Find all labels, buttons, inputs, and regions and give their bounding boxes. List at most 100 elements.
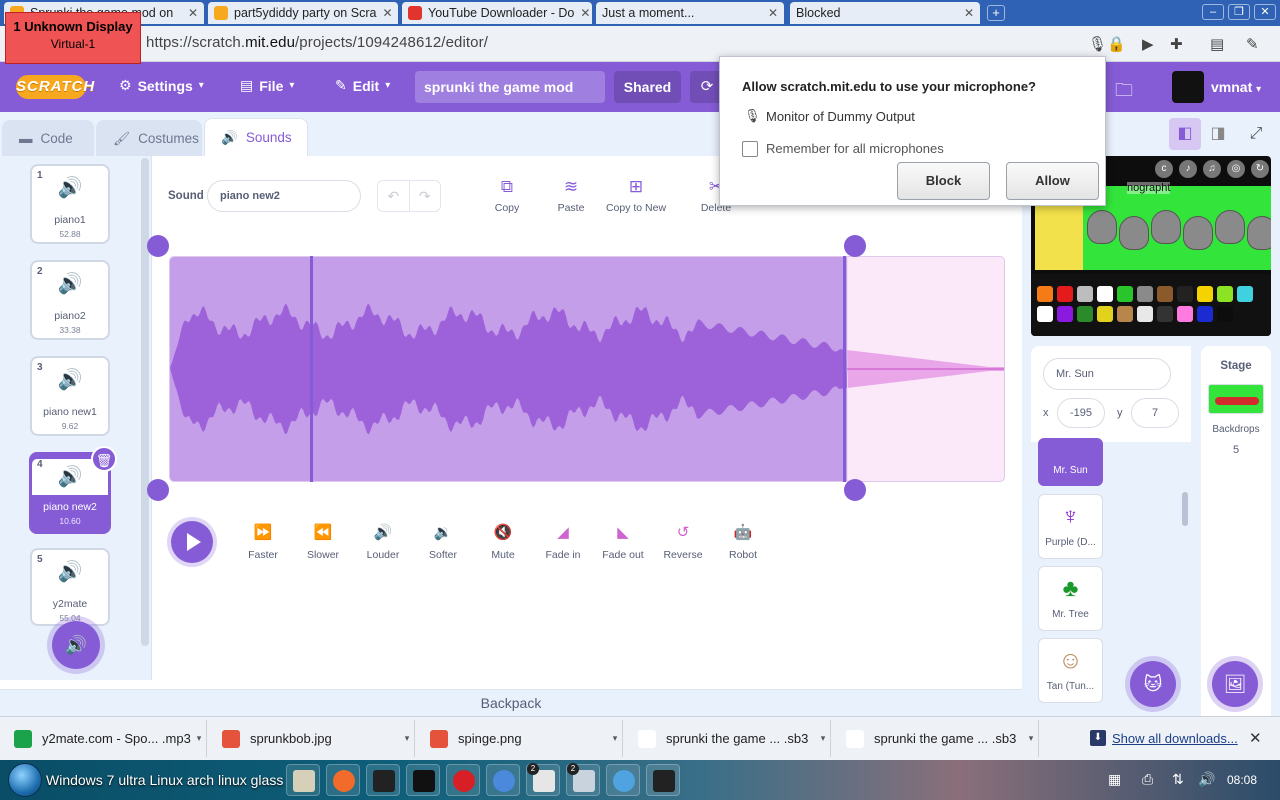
effect-robot[interactable]: 🤖 Robot [713, 524, 773, 561]
browser-tab-2[interactable]: part5ydiddy party on Scra ✕ [208, 2, 398, 24]
sound-item[interactable]: 3 🔊 piano new1 9.62 [30, 356, 110, 436]
printer-tray-icon[interactable]: ⎙ [1142, 771, 1153, 788]
copy-button[interactable]: ⧉ Copy [477, 176, 537, 214]
start-button[interactable] [8, 763, 42, 797]
url-field[interactable]: https://scratch.mit.edu/projects/1094248… [146, 34, 488, 51]
download-item-2[interactable]: sprunkbob.jpg ▾ [210, 720, 415, 757]
y-input[interactable]: 7 [1131, 398, 1179, 428]
taskbar-app-drive[interactable]: 2 [566, 763, 600, 796]
page-menu-icon[interactable]: ▤ [1210, 35, 1224, 53]
tab-sounds[interactable]: 🔊 Sounds [204, 118, 308, 156]
sound-name-input[interactable]: piano new2 [207, 180, 361, 212]
file-menu[interactable]: ▤ File ▾ [240, 77, 294, 94]
sound-item[interactable]: 2 🔊 piano2 33.38 [30, 260, 110, 340]
taskbar-app-opera[interactable] [446, 764, 480, 796]
effect-louder[interactable]: 🔊 Louder [353, 524, 413, 561]
tab-close-icon[interactable]: ✕ [182, 6, 198, 20]
sound-item[interactable]: 1 🔊 piano1 52.88 [30, 164, 110, 244]
remember-checkbox[interactable] [742, 141, 758, 157]
chevron-down-icon[interactable]: ▾ [816, 733, 830, 744]
notes-tray-icon[interactable]: ▦ [1108, 771, 1121, 788]
download-item-4[interactable]: sprunki the game ... .sb3 ▾ [626, 720, 831, 757]
avatar[interactable] [1172, 71, 1204, 103]
chevron-down-icon[interactable]: ▾ [1024, 733, 1038, 744]
project-title-input[interactable]: sprunki the game mod [415, 71, 605, 103]
waveform-canvas[interactable] [169, 256, 1005, 482]
trim-start-handle-bottom[interactable] [147, 479, 169, 501]
scratch-logo[interactable]: SCRATCH [16, 75, 94, 99]
wrench-icon[interactable]: ✎ [1246, 35, 1259, 53]
show-all-downloads-link[interactable]: Show all downloads... [1112, 731, 1238, 746]
small-stage-icon[interactable]: ◧ [1169, 118, 1201, 150]
effect-mute[interactable]: 🔇 Mute [473, 524, 533, 561]
trim-start-handle-top[interactable] [147, 235, 169, 257]
tab-code[interactable]: ▬ Code [2, 120, 94, 156]
edit-menu[interactable]: ✎ Edit ▾ [335, 77, 390, 94]
close-downloads-icon[interactable]: ✕ [1249, 729, 1262, 747]
redo-icon[interactable]: ↷ [410, 181, 441, 211]
lock-icon[interactable]: 🔒 [1107, 35, 1126, 53]
tab-close-icon[interactable]: ✕ [376, 6, 392, 20]
volume-tray-icon[interactable]: 🔊 [1198, 771, 1215, 788]
download-item-5[interactable]: sprunki the game ... .sb3 ▾ [834, 720, 1039, 757]
stage-music-icon[interactable]: ♫ [1203, 160, 1221, 178]
network-tray-icon[interactable]: ⇅ [1172, 771, 1184, 788]
minimize-button[interactable]: – [1202, 4, 1224, 20]
username-menu[interactable]: vmnat ▾ [1211, 79, 1261, 95]
browser-tab-3[interactable]: YouTube Downloader - Do ✕ [402, 2, 592, 24]
tab-costumes[interactable]: 🖌 Costumes [96, 120, 202, 156]
tab-close-icon[interactable]: ✕ [958, 6, 974, 20]
microphone-icon[interactable]: 🎙 [1088, 35, 1107, 53]
shared-button[interactable]: Shared [614, 71, 681, 103]
sprite-name-input[interactable]: Mr. Sun [1043, 358, 1171, 390]
allow-button[interactable]: Allow [1006, 162, 1099, 200]
clock[interactable]: 08:08 [1227, 773, 1257, 787]
taskbar-app-monitor[interactable] [646, 764, 680, 796]
effect-fade-out[interactable]: ◣ Fade out [593, 524, 653, 561]
download-item-1[interactable]: y2mate.com - Spo... .mp3 ▾ [2, 720, 207, 757]
chevron-down-icon[interactable]: ▾ [400, 733, 414, 744]
taskbar-app-network[interactable] [606, 764, 640, 796]
sound-list-scrollbar[interactable] [141, 158, 149, 646]
stage-sound-icon[interactable]: ♪ [1179, 160, 1197, 178]
tab-close-icon[interactable]: ✕ [574, 6, 590, 20]
effect-reverse[interactable]: ↺ Reverse [653, 524, 713, 561]
effect-slower[interactable]: ⏪ Slower [293, 524, 353, 561]
download-item-3[interactable]: spinge.png ▾ [418, 720, 623, 757]
browser-tab-4[interactable]: Just a moment... ✕ [596, 2, 784, 24]
choose-sprite-button[interactable]: 🐱 [1130, 661, 1176, 707]
taskbar-app-firefox[interactable] [326, 764, 360, 796]
chevron-down-icon[interactable]: ▾ [608, 733, 622, 744]
sprite-list-scrollbar[interactable] [1182, 492, 1188, 526]
stage-reset-icon[interactable]: ↻ [1251, 160, 1269, 178]
my-stuff-folder-icon[interactable]: 🗀 [1115, 78, 1133, 108]
copy-to-new-button[interactable]: ⊞ Copy to New [605, 176, 667, 214]
sound-item[interactable]: 5 🔊 y2mate 55.04 [30, 548, 110, 626]
taskbar-app-powershell[interactable] [406, 764, 440, 796]
sprite-tile-purple[interactable]: ♆ Purple (D... [1038, 494, 1103, 559]
undo-icon[interactable]: ↶ [378, 181, 410, 211]
browser-tab-5[interactable]: Blocked ✕ [790, 2, 980, 24]
choose-sound-button[interactable]: 🔊 [52, 621, 100, 669]
effect-faster[interactable]: ⏩ Faster [233, 524, 293, 561]
sprite-tile-mr-sun[interactable]: Mr. Sun [1038, 438, 1103, 486]
trim-end-handle-bottom[interactable] [844, 479, 866, 501]
taskbar-app-documents[interactable]: 2 [526, 763, 560, 796]
large-stage-icon[interactable]: ◨ [1202, 118, 1234, 150]
block-button[interactable]: Block [897, 162, 990, 200]
chevron-down-icon[interactable]: ▾ [192, 733, 206, 744]
trim-end-handle-top[interactable] [844, 235, 866, 257]
tab-close-icon[interactable]: ✕ [762, 6, 778, 20]
backpack-bar[interactable]: Backpack [0, 689, 1022, 716]
sprite-tile-mr-tree[interactable]: ♣ Mr. Tree [1038, 566, 1103, 631]
taskbar-app-files[interactable] [286, 764, 320, 796]
taskbar-app-terminal[interactable] [366, 764, 400, 796]
delete-sound-icon[interactable]: 🗑 [91, 446, 117, 472]
extensions-icon[interactable]: ✚ [1170, 35, 1183, 53]
fullscreen-icon[interactable]: ⤢ [1240, 118, 1272, 150]
choose-backdrop-button[interactable]: 🖼 [1212, 661, 1258, 707]
restore-button[interactable]: ❐ [1228, 4, 1250, 20]
x-input[interactable]: -195 [1057, 398, 1105, 428]
stage-eye-icon[interactable]: ◎ [1227, 160, 1245, 178]
stage-control-icon[interactable]: c [1155, 160, 1173, 178]
